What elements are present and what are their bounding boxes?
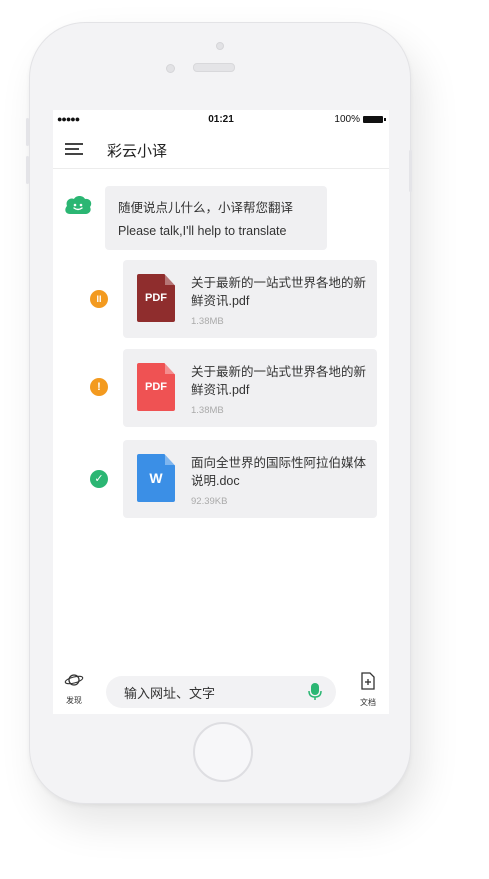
- word-file-icon: W: [137, 454, 175, 502]
- check-status-icon[interactable]: ✓: [90, 470, 108, 488]
- bot-message-chinese: 随便说点儿什么，小译帮您翻译: [118, 201, 294, 215]
- file-size: 1.38MB: [191, 316, 224, 327]
- front-camera: [216, 42, 224, 50]
- add-document-icon: [361, 672, 375, 690]
- file-size: 92.39KB: [191, 496, 228, 507]
- file-type-label: PDF: [145, 381, 167, 393]
- pdf-file-icon: PDF: [137, 274, 175, 322]
- volume-down-button: [26, 156, 29, 184]
- file-card[interactable]: PDF 关于最新的一站式世界各地的新鲜资讯.pdf 1.38MB: [123, 260, 377, 338]
- proximity-sensor: [166, 64, 175, 73]
- bottom-input-bar: 发现 文档: [53, 664, 389, 714]
- battery-icon: [363, 116, 386, 123]
- file-name: 关于最新的一站式世界各地的新鲜资讯.pdf: [191, 276, 367, 308]
- battery-status: 100%: [334, 114, 386, 125]
- power-button: [409, 150, 412, 192]
- file-card[interactable]: W 面向全世界的国际性阿拉伯媒体说明.doc 92.39KB: [123, 440, 377, 518]
- discover-button[interactable]: 发现: [59, 672, 89, 706]
- text-input-pill[interactable]: [106, 676, 336, 708]
- error-status-icon[interactable]: !: [90, 378, 108, 396]
- file-name: 关于最新的一站式世界各地的新鲜资讯.pdf: [191, 365, 367, 397]
- file-card[interactable]: PDF 关于最新的一站式世界各地的新鲜资讯.pdf 1.38MB: [123, 349, 377, 427]
- status-bar: ●●●●● 01:21 100%: [53, 110, 389, 130]
- earpiece-speaker: [193, 63, 235, 72]
- planet-icon: [64, 674, 84, 686]
- page-title: 彩云小译: [107, 143, 168, 160]
- bot-avatar-icon: [65, 196, 92, 214]
- file-type-label: W: [149, 470, 163, 486]
- microphone-icon[interactable]: [308, 683, 322, 701]
- documents-label: 文档: [360, 698, 376, 707]
- url-text-input[interactable]: [122, 682, 296, 704]
- app-screen: ●●●●● 01:21 100% 彩云小译 随便说点儿什么，小译帮您翻译 Ple…: [53, 110, 389, 714]
- volume-up-button: [26, 118, 29, 146]
- file-type-label: PDF: [145, 292, 167, 304]
- bot-message-english: Please talk,I'll help to translate: [118, 224, 287, 238]
- pause-status-icon[interactable]: II: [90, 290, 108, 308]
- pdf-file-icon: PDF: [137, 363, 175, 411]
- home-button[interactable]: [193, 722, 253, 782]
- file-size: 1.38MB: [191, 405, 224, 416]
- bot-message-bubble: 随便说点儿什么，小译帮您翻译 Please talk,I'll help to …: [105, 186, 327, 250]
- documents-button[interactable]: 文档: [353, 672, 383, 708]
- nav-bar: 彩云小译: [53, 130, 389, 169]
- discover-label: 发现: [66, 696, 82, 705]
- menu-icon[interactable]: [65, 141, 83, 155]
- file-name: 面向全世界的国际性阿拉伯媒体说明.doc: [191, 456, 367, 488]
- battery-percent: 100%: [334, 114, 360, 125]
